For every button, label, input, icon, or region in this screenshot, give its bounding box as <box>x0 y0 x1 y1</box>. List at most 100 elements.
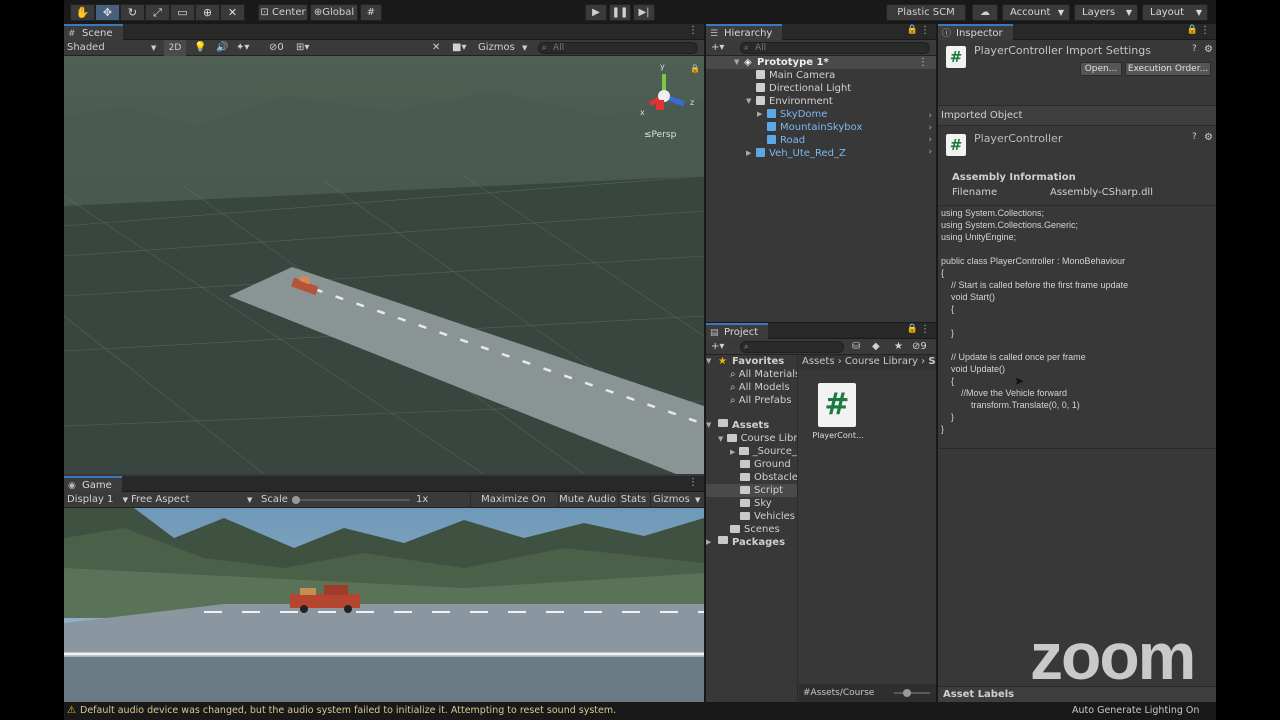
breadcrumb-item[interactable]: Sc <box>928 356 936 367</box>
move-tool-icon[interactable]: ✥ <box>95 4 120 21</box>
scale-slider[interactable] <box>292 492 410 508</box>
icon-size-slider[interactable] <box>894 692 930 694</box>
pivot-center-button[interactable]: ⊡ Center <box>258 4 308 21</box>
grid-snap-button[interactable]: # <box>360 4 382 21</box>
list-item[interactable]: Directional Light <box>756 82 851 95</box>
help-icon[interactable]: ? <box>1192 132 1197 142</box>
packages-header[interactable]: ▶ Packages <box>706 536 797 549</box>
search-by-type-icon[interactable]: ⛁ <box>852 339 860 355</box>
plastic-scm-button[interactable]: Plastic SCM <box>886 4 966 21</box>
audio-toggle-icon[interactable]: 🔊 <box>216 40 228 56</box>
tab-project[interactable]: ▤ Project <box>706 323 769 339</box>
list-item[interactable]: ▼ Course Library <box>718 432 797 445</box>
favorites-header[interactable]: ▼ ★ Favorites <box>706 355 797 368</box>
lighting-toggle-icon[interactable]: 💡 <box>194 40 206 56</box>
favorite-star-icon[interactable]: ★ <box>894 339 903 355</box>
custom-tool-icon[interactable]: ✕ <box>220 4 245 21</box>
row-menu-icon[interactable]: ⋮ <box>918 56 928 69</box>
tab-inspector[interactable]: ⓘ Inspector <box>938 24 1013 40</box>
list-item[interactable]: ▶ SkyDome <box>757 108 827 121</box>
panel-menu-icon[interactable]: ⋮ <box>1200 25 1210 36</box>
maximize-on-play-toggle[interactable]: Maximize On Play <box>470 492 556 521</box>
open-button[interactable]: Open... <box>1080 62 1122 76</box>
slider-handle[interactable] <box>903 689 911 697</box>
lock-icon[interactable]: 🔒 <box>1187 25 1198 35</box>
space-global-button[interactable]: ⊕Global <box>310 4 358 21</box>
list-item[interactable]: Sky <box>740 497 797 510</box>
chevron-down-icon[interactable]: ▼ <box>706 419 711 432</box>
hierarchy-search-input[interactable]: ⌕ All <box>740 42 930 54</box>
panel-menu-icon[interactable]: ⋮ <box>920 324 930 335</box>
account-dropdown[interactable]: Account ▼ <box>1002 4 1070 21</box>
shading-mode-dropdown[interactable]: Shaded ▼ <box>67 40 159 56</box>
scene-search-input[interactable]: ⌕ All <box>538 42 698 54</box>
2d-toggle[interactable]: 2D <box>164 40 186 56</box>
list-item[interactable]: Vehicles <box>740 510 797 523</box>
chevron-right-icon[interactable]: › <box>928 122 932 134</box>
breadcrumb-item[interactable]: Assets <box>802 356 835 367</box>
rect-tool-icon[interactable]: ▭ <box>170 4 195 21</box>
chevron-down-icon[interactable]: ▼ <box>718 435 723 443</box>
transform-tool-icon[interactable]: ⊕ <box>195 4 220 21</box>
hidden-packages-toggle[interactable]: ⊘9 <box>912 339 927 355</box>
create-add-button[interactable]: +▾ <box>711 40 724 56</box>
step-button[interactable]: ▶| <box>633 4 655 21</box>
layers-dropdown[interactable]: Layers ▼ <box>1074 4 1138 21</box>
cloud-button[interactable]: ☁ <box>972 4 998 21</box>
list-item-selected[interactable]: Script <box>706 484 797 497</box>
lock-icon[interactable]: 🔒 <box>690 64 700 73</box>
list-item[interactable]: Road <box>767 134 805 147</box>
list-item[interactable]: Obstacles <box>740 471 797 484</box>
chevron-right-icon[interactable]: ▶ <box>746 147 751 160</box>
chevron-down-icon[interactable]: ▼ <box>706 355 711 368</box>
list-item[interactable]: Scenes <box>730 523 797 536</box>
game-gizmos-dropdown[interactable]: Gizmos ▼ <box>650 492 702 508</box>
chevron-right-icon[interactable]: › <box>928 146 932 158</box>
label-icon[interactable]: ◆ <box>872 339 880 355</box>
assets-header[interactable]: ▼ Assets <box>706 419 797 432</box>
tab-hierarchy[interactable]: ☰ Hierarchy <box>706 24 783 40</box>
play-button[interactable]: ▶ <box>585 4 607 21</box>
pause-button[interactable]: ❚❚ <box>609 4 631 21</box>
list-item[interactable]: MountainSkybox <box>767 121 862 134</box>
gizmos-dropdown[interactable]: Gizmos ▼ <box>478 40 530 56</box>
chevron-down-icon[interactable]: ▼ <box>746 95 751 108</box>
list-item[interactable]: ▶ _Source_Files <box>730 445 797 458</box>
projection-label[interactable]: ≤Persp <box>644 130 676 140</box>
list-item[interactable]: ⌕ All Models <box>730 381 797 394</box>
panel-menu-icon[interactable]: ⋮ <box>688 25 698 36</box>
display-dropdown[interactable]: Display 1 ▼ <box>67 492 128 508</box>
scene-root-row[interactable]: ▼ ◈ Prototype 1* ⋮ <box>706 56 936 69</box>
execution-order-button[interactable]: Execution Order... <box>1125 62 1211 76</box>
aspect-dropdown[interactable]: Free Aspect ▼ <box>131 492 255 508</box>
gear-icon[interactable]: ⚙ <box>1204 44 1213 55</box>
list-item[interactable]: ⌕ All Materials <box>730 368 797 381</box>
lock-icon[interactable]: 🔒 <box>907 25 918 35</box>
rotate-tool-icon[interactable]: ↻ <box>120 4 145 21</box>
mute-audio-toggle[interactable]: Mute Audio <box>558 492 616 508</box>
panel-menu-icon[interactable]: ⋮ <box>688 477 698 488</box>
chevron-right-icon[interactable]: ▶ <box>706 536 711 549</box>
lock-icon[interactable]: 🔒 <box>907 324 918 334</box>
status-bar[interactable]: ⚠ Default audio device was changed, but … <box>64 702 1216 720</box>
chevron-right-icon[interactable]: ▶ <box>730 448 735 456</box>
chevron-right-icon[interactable]: › <box>928 110 932 122</box>
scene-viewport[interactable]: y x z ≤Persp 🔒 <box>64 56 704 474</box>
tab-game[interactable]: ◉ Game <box>64 476 122 492</box>
list-item[interactable]: ▶ Veh_Ute_Red_Z <box>746 147 846 160</box>
list-item[interactable]: Main Camera <box>756 69 835 82</box>
project-search-input[interactable]: ⌕ <box>740 341 844 353</box>
create-add-button[interactable]: +▾ <box>711 339 724 355</box>
gear-icon[interactable]: ⚙ <box>1204 132 1213 143</box>
camera-icon[interactable]: ■▾ <box>452 40 466 56</box>
effects-dropdown-icon[interactable]: ✦▾ <box>236 40 249 56</box>
hidden-objects-toggle[interactable]: ⊘0 <box>269 40 284 56</box>
stats-toggle[interactable]: Stats <box>618 492 648 508</box>
hand-tool-icon[interactable]: ✋ <box>70 4 95 21</box>
list-item[interactable]: ▼ Environment <box>746 95 833 108</box>
list-item[interactable]: ⌕ All Prefabs <box>730 394 797 407</box>
tools-icon[interactable]: ✕ <box>432 40 440 56</box>
help-icon[interactable]: ? <box>1192 44 1197 54</box>
breadcrumb-item[interactable]: Course Library <box>845 356 918 367</box>
tab-scene[interactable]: # Scene <box>64 24 123 40</box>
